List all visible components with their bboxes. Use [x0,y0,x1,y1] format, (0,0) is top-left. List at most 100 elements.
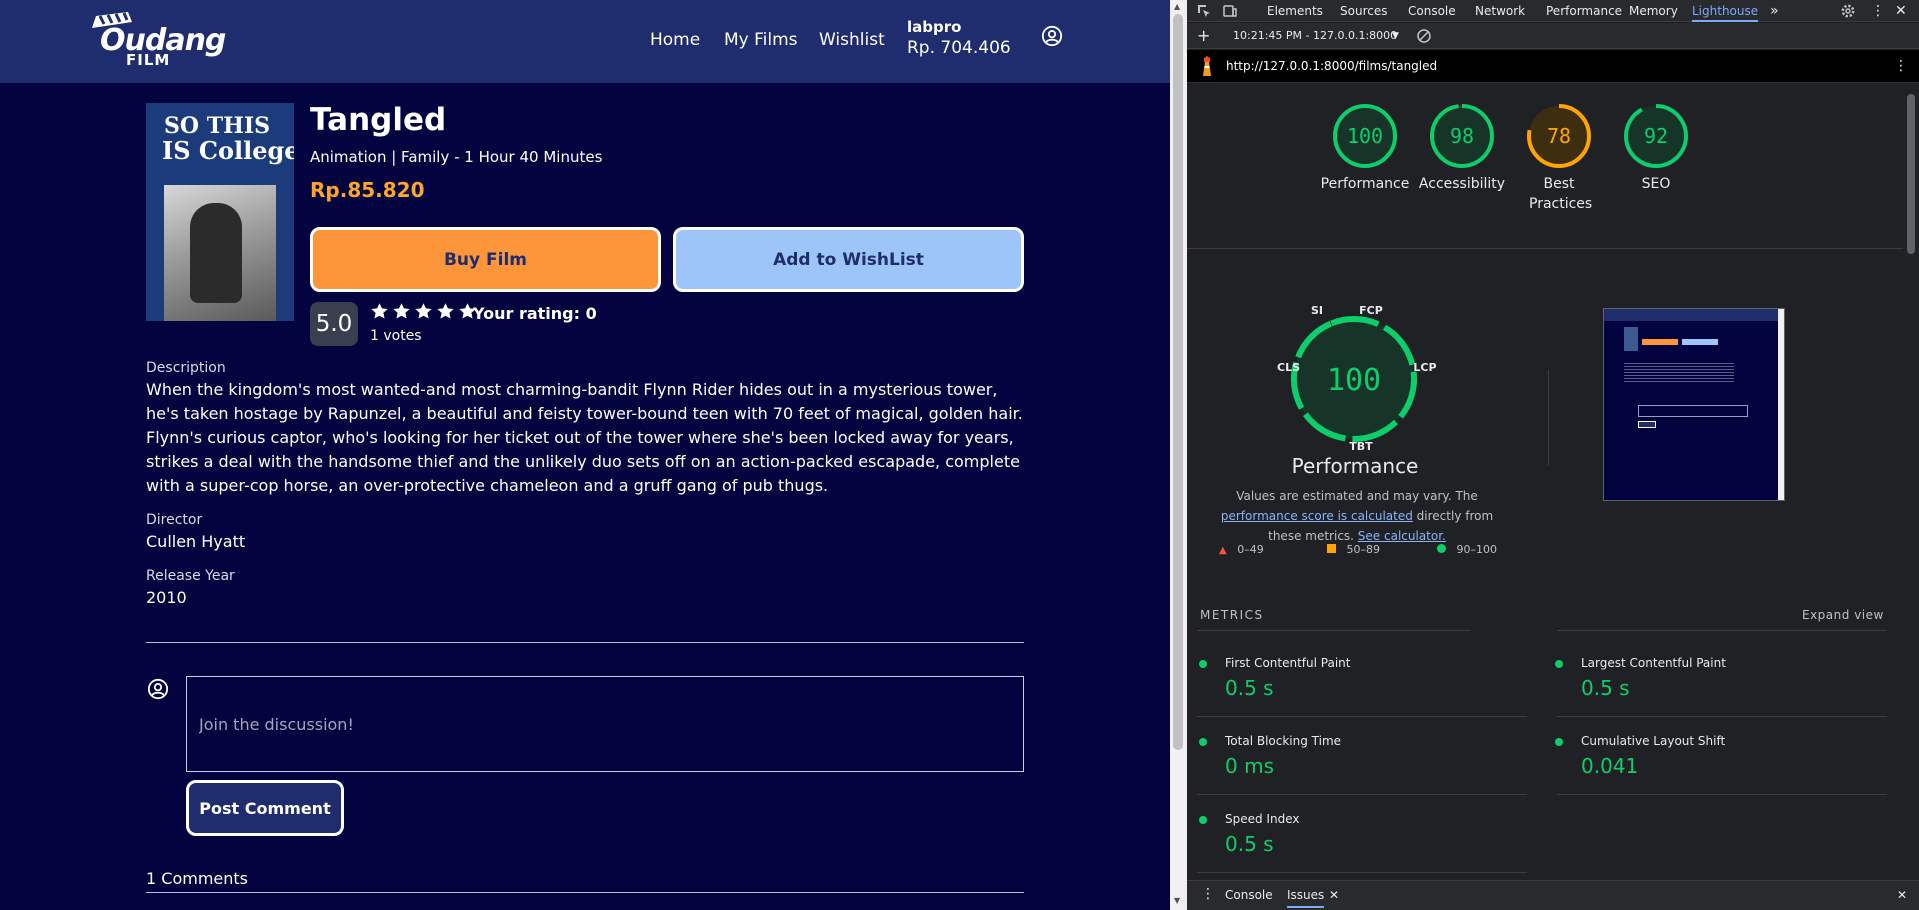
divider [1548,370,1549,466]
divider [1197,872,1527,873]
user-balance: Rp. 704.406 [907,38,1011,58]
scrollbar-thumb[interactable] [1173,14,1183,750]
more-options-icon[interactable]: ⋮ [1871,0,1885,22]
see-calculator-link[interactable]: See calculator. [1358,529,1446,543]
nav-my-films[interactable]: My Films [724,29,798,51]
legend-pass-range: 90–100 [1456,543,1498,556]
final-screenshot-thumbnail[interactable] [1603,308,1785,501]
film-description: When the kingdom's most wanted-and most … [146,380,1023,495]
report-selector[interactable]: 10:21:45 PM - 127.0.0.1:8000 [1233,25,1397,47]
lighthouse-toolbar: + 10:21:45 PM - 127.0.0.1:8000 ▼ [1187,23,1919,49]
site-logo[interactable]: Oudang FILM [88,12,226,70]
score-calculated-link[interactable]: performance score is calculated [1221,509,1413,523]
thumb-wishlist-button [1682,339,1718,345]
star-icon[interactable] [392,302,411,321]
clear-icon[interactable] [1416,28,1432,44]
metric-name: Cumulative Layout Shift [1581,734,1726,748]
tab-lighthouse[interactable]: Lighthouse [1692,0,1759,22]
post-comment-button[interactable]: Post Comment [186,780,344,836]
thumb-navbar [1604,309,1784,321]
devtools-scrollbar[interactable] [1903,84,1919,880]
drawer-tab-issues[interactable]: Issues [1287,888,1325,908]
tab-console[interactable]: Console [1408,0,1456,22]
performance-note: Values are estimated and may vary. The p… [1205,486,1509,546]
divider [1557,794,1887,795]
expand-view-button[interactable]: Expand view [1802,608,1884,622]
page-scrollbar[interactable]: ▲ ▼ [1170,0,1187,910]
scrollbar-thumb[interactable] [1907,94,1915,254]
thumb-post-button [1638,421,1656,428]
rating-stars [370,302,477,321]
plus-icon[interactable]: + [1197,25,1210,47]
film-price: Rp.85.820 [310,178,425,202]
device-toolbar-icon[interactable] [1222,3,1238,19]
user-avatar-icon[interactable] [1041,25,1063,47]
pass-dot-icon [1555,738,1563,746]
nav-home[interactable]: Home [650,29,700,51]
score-gauge[interactable]: 92 SEO [1611,102,1701,194]
tab-performance[interactable]: Performance [1546,0,1622,22]
divider [1557,630,1887,631]
gauge-label: Accessibility [1418,176,1506,192]
triangle-icon: ▲ [1219,545,1227,556]
gauge-ring: 92 [1624,104,1688,168]
username: labpro [907,18,962,36]
more-options-icon[interactable]: ⋮ [1894,55,1908,77]
tab-memory[interactable]: Memory [1629,0,1678,22]
gauge-ring: 78 [1527,104,1591,168]
metric-name: Speed Index [1225,812,1300,826]
audited-url: http://127.0.0.1:8000/films/tangled [1226,59,1438,73]
your-rating-label: Your rating: 0 [473,304,597,323]
thumb-text [1624,361,1734,383]
gauge-score: 100 [1347,124,1383,148]
metric-name: First Contentful Paint [1225,656,1351,670]
metric-name: Total Blocking Time [1225,734,1342,748]
logo-subtext: FILM [126,51,171,69]
chevron-double-right-icon[interactable]: » [1770,0,1779,22]
add-to-wishlist-button[interactable]: Add to WishList [673,227,1024,292]
inspect-element-icon[interactable] [1196,3,1212,19]
close-icon[interactable]: ✕ [1329,888,1339,902]
metric-name: Largest Contentful Paint [1581,656,1726,670]
gauge-label: SEO [1641,176,1671,192]
comment-input[interactable] [186,676,1024,772]
film-page: Oudang FILM Home My Films Wishlist labpr… [0,0,1170,910]
close-icon[interactable]: ✕ [1895,0,1907,22]
buy-film-button[interactable]: Buy Film [310,227,661,292]
drawer-tab-console[interactable]: Console [1225,888,1273,902]
description-label: Description [146,360,226,376]
star-icon[interactable] [370,302,389,321]
divider [1557,716,1887,717]
scroll-up-icon[interactable]: ▲ [1174,2,1180,11]
pass-dot-icon [1199,816,1207,824]
gauge-score: 98 [1450,124,1474,148]
comments-count: 1 Comments [146,869,248,888]
perf-gauge-score: 100 [1327,363,1381,398]
score-gauge[interactable]: 98 Accessibility [1417,102,1507,194]
chevron-down-icon[interactable]: ▼ [1392,25,1399,47]
pass-dot-icon [1199,660,1207,668]
performance-heading: Performance [1291,454,1419,478]
scroll-down-icon[interactable]: ▼ [1174,896,1180,905]
score-gauge[interactable]: 78 Best Practices [1514,102,1604,214]
star-icon[interactable] [414,302,433,321]
close-icon[interactable]: ✕ [1897,888,1907,902]
release-year: 2010 [146,588,187,607]
lighthouse-icon [1203,56,1211,76]
metric-value: 0 ms [1225,754,1274,778]
legend-fail: ▲ 0–49 [1219,543,1264,556]
average-rating-badge: 5.0 [310,302,358,346]
tab-elements[interactable]: Elements [1267,0,1323,22]
nav-wishlist[interactable]: Wishlist [819,29,885,51]
metric-value: 0.5 s [1581,676,1630,700]
lighthouse-report: 100 Performance 98 Accessibility 78 Best Prac… [1187,84,1903,880]
more-options-icon[interactable]: ⋮ [1201,886,1215,902]
tab-network[interactable]: Network [1475,0,1525,22]
gear-icon[interactable] [1840,3,1856,19]
star-icon[interactable] [436,302,455,321]
square-icon [1327,544,1336,553]
score-gauge[interactable]: 100 Performance [1320,102,1410,194]
tab-sources[interactable]: Sources [1340,0,1387,22]
divider [146,642,1024,643]
commenter-avatar-icon [147,678,169,700]
